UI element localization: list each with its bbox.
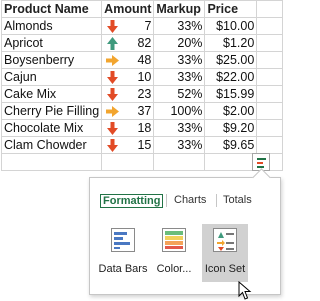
empty-row [0, 153, 283, 171]
tab-separator [216, 194, 217, 207]
arrow-right-icon [106, 55, 120, 66]
cell-price[interactable]: $1.20 [204, 34, 258, 52]
empty-cell[interactable] [256, 0, 283, 18]
cell-price[interactable]: $9.20 [204, 119, 258, 137]
arrow-down-icon [107, 88, 119, 101]
cell-markup[interactable]: 33% [153, 68, 206, 86]
tab-charts[interactable]: Charts [174, 194, 206, 206]
panel-pointer [252, 168, 271, 187]
cell-markup[interactable]: 33% [153, 119, 206, 137]
header-price[interactable]: Price [204, 0, 258, 18]
empty-cell[interactable] [153, 153, 206, 171]
option-color-scale[interactable]: Color... [151, 224, 197, 282]
table-row: Clam Chowder 15 33% $9.65 [0, 136, 283, 154]
cell-markup[interactable]: 33% [153, 51, 206, 69]
cell-markup[interactable]: 33% [153, 17, 206, 35]
cell-price[interactable]: $15.99 [204, 85, 258, 103]
cell-markup[interactable]: 33% [153, 136, 206, 154]
tab-totals[interactable]: Totals [223, 194, 252, 206]
tab-formatting[interactable]: Formatting [100, 194, 164, 208]
table-row: Chocolate Mix 18 33% $9.20 [0, 119, 283, 137]
empty-cell[interactable] [256, 68, 283, 86]
data-table: Product Name Amount Markup Price Almonds… [0, 0, 283, 171]
arrow-down-icon [107, 71, 119, 84]
cell-product-name[interactable]: Cajun [0, 68, 103, 86]
icon-set-icon [213, 228, 237, 252]
empty-cell[interactable] [256, 136, 283, 154]
empty-cell[interactable] [256, 17, 283, 35]
tab-separator [166, 194, 167, 207]
cell-amount[interactable]: 10 [101, 68, 155, 86]
cell-price[interactable]: $2.00 [204, 102, 258, 120]
table-row: Cajun 10 33% $22.00 [0, 68, 283, 86]
cell-amount[interactable]: 15 [101, 136, 155, 154]
cell-product-name[interactable]: Clam Chowder [0, 136, 103, 154]
table-row: Cake Mix 23 52% $15.99 [0, 85, 283, 103]
cell-amount[interactable]: 37 [101, 102, 155, 120]
cell-price[interactable]: $10.00 [204, 17, 258, 35]
option-label: Data Bars [98, 263, 148, 275]
table-row: Apricot 82 20% $1.20 [0, 34, 283, 52]
cell-price[interactable]: $22.00 [204, 68, 258, 86]
cell-markup[interactable]: 52% [153, 85, 206, 103]
spreadsheet: Product Name Amount Markup Price Almonds… [0, 0, 283, 171]
mouse-pointer-icon [238, 281, 252, 300]
header-row: Product Name Amount Markup Price [0, 0, 283, 18]
cell-amount[interactable]: 7 [101, 17, 155, 35]
header-markup[interactable]: Markup [153, 0, 206, 18]
table-row: Cherry Pie Filling 37 100% $2.00 [0, 102, 283, 120]
arrow-down-icon [107, 139, 119, 152]
cell-product-name[interactable]: Boysenberry [0, 51, 103, 69]
cell-product-name[interactable]: Almonds [0, 17, 103, 35]
cell-price[interactable]: $9.65 [204, 136, 258, 154]
arrow-down-icon [107, 20, 119, 33]
option-label: Color... [156, 263, 192, 275]
empty-cell[interactable] [256, 102, 283, 120]
option-icon-set[interactable]: Icon Set [202, 224, 248, 282]
empty-cell[interactable] [256, 51, 283, 69]
header-amount[interactable]: Amount [101, 0, 155, 18]
cell-product-name[interactable]: Cherry Pie Filling [0, 102, 103, 120]
empty-cell[interactable] [256, 119, 283, 137]
data-bars-icon [111, 228, 135, 252]
cell-amount[interactable]: 48 [101, 51, 155, 69]
empty-cell[interactable] [256, 85, 283, 103]
arrow-up-icon [107, 37, 119, 50]
arrow-down-icon [107, 122, 119, 135]
option-data-bars[interactable]: Data Bars [99, 224, 147, 282]
table-row: Almonds 7 33% $10.00 [0, 17, 283, 35]
cell-product-name[interactable]: Cake Mix [0, 85, 103, 103]
empty-cell[interactable] [0, 153, 103, 171]
table-row: Boysenberry 48 33% $25.00 [0, 51, 283, 69]
empty-cell[interactable] [101, 153, 155, 171]
cell-markup[interactable]: 20% [153, 34, 206, 52]
arrow-right-icon [106, 106, 120, 117]
quick-analysis-panel: Formatting Charts Totals Data Bars Color… [89, 168, 281, 300]
cell-price[interactable]: $25.00 [204, 51, 258, 69]
cell-product-name[interactable]: Apricot [0, 34, 103, 52]
cell-product-name[interactable]: Chocolate Mix [0, 119, 103, 137]
cell-amount[interactable]: 82 [101, 34, 155, 52]
color-scale-icon [162, 228, 186, 252]
cell-amount[interactable]: 23 [101, 85, 155, 103]
header-product-name[interactable]: Product Name [0, 0, 103, 18]
cell-amount[interactable]: 18 [101, 119, 155, 137]
option-label: Icon Set [204, 263, 246, 275]
empty-cell[interactable] [256, 34, 283, 52]
empty-cell[interactable] [204, 153, 258, 171]
cell-markup[interactable]: 100% [153, 102, 206, 120]
